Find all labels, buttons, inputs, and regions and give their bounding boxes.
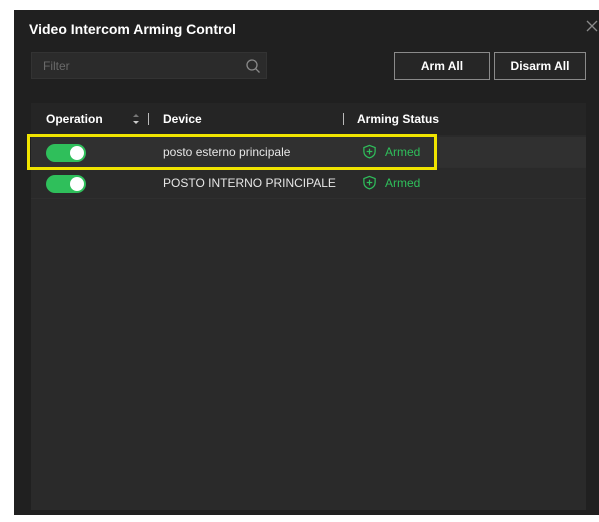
dialog-title: Video Intercom Arming Control	[29, 21, 236, 37]
column-header-operation[interactable]: Operation	[46, 112, 103, 126]
arm-all-button[interactable]: Arm All	[394, 52, 490, 80]
device-name: posto esterno principale	[163, 145, 291, 159]
filter-field[interactable]	[31, 52, 267, 79]
toggle-knob	[70, 177, 84, 191]
column-header-device[interactable]: Device	[163, 112, 202, 126]
shield-icon	[363, 175, 376, 190]
sort-icon[interactable]	[132, 111, 140, 127]
shield-icon	[363, 144, 376, 159]
arming-status: Armed	[362, 144, 420, 159]
status-label: Armed	[385, 144, 421, 159]
device-name: POSTO INTERNO PRINCIPALE	[163, 176, 336, 190]
arming-status: Armed	[362, 175, 420, 190]
column-separator[interactable]	[148, 113, 149, 125]
toggle-knob	[70, 146, 84, 160]
operation-toggle[interactable]	[46, 144, 86, 162]
arming-control-dialog: Video Intercom Arming Control Arm All Di…	[14, 10, 599, 515]
filter-input[interactable]	[32, 53, 243, 78]
close-icon[interactable]	[584, 18, 599, 34]
column-separator[interactable]	[343, 113, 344, 125]
table-row[interactable]: POSTO INTERNO PRINCIPALE Armed	[31, 168, 586, 199]
search-icon[interactable]	[245, 58, 261, 74]
operation-toggle[interactable]	[46, 175, 86, 193]
device-table: Operation Device Arming Status posto est…	[31, 103, 586, 510]
column-header-arming-status[interactable]: Arming Status	[357, 112, 439, 126]
table-header: Operation Device Arming Status	[31, 103, 586, 135]
table-row[interactable]: posto esterno principale Armed	[31, 137, 586, 168]
status-label: Armed	[385, 175, 421, 190]
disarm-all-button[interactable]: Disarm All	[494, 52, 586, 80]
